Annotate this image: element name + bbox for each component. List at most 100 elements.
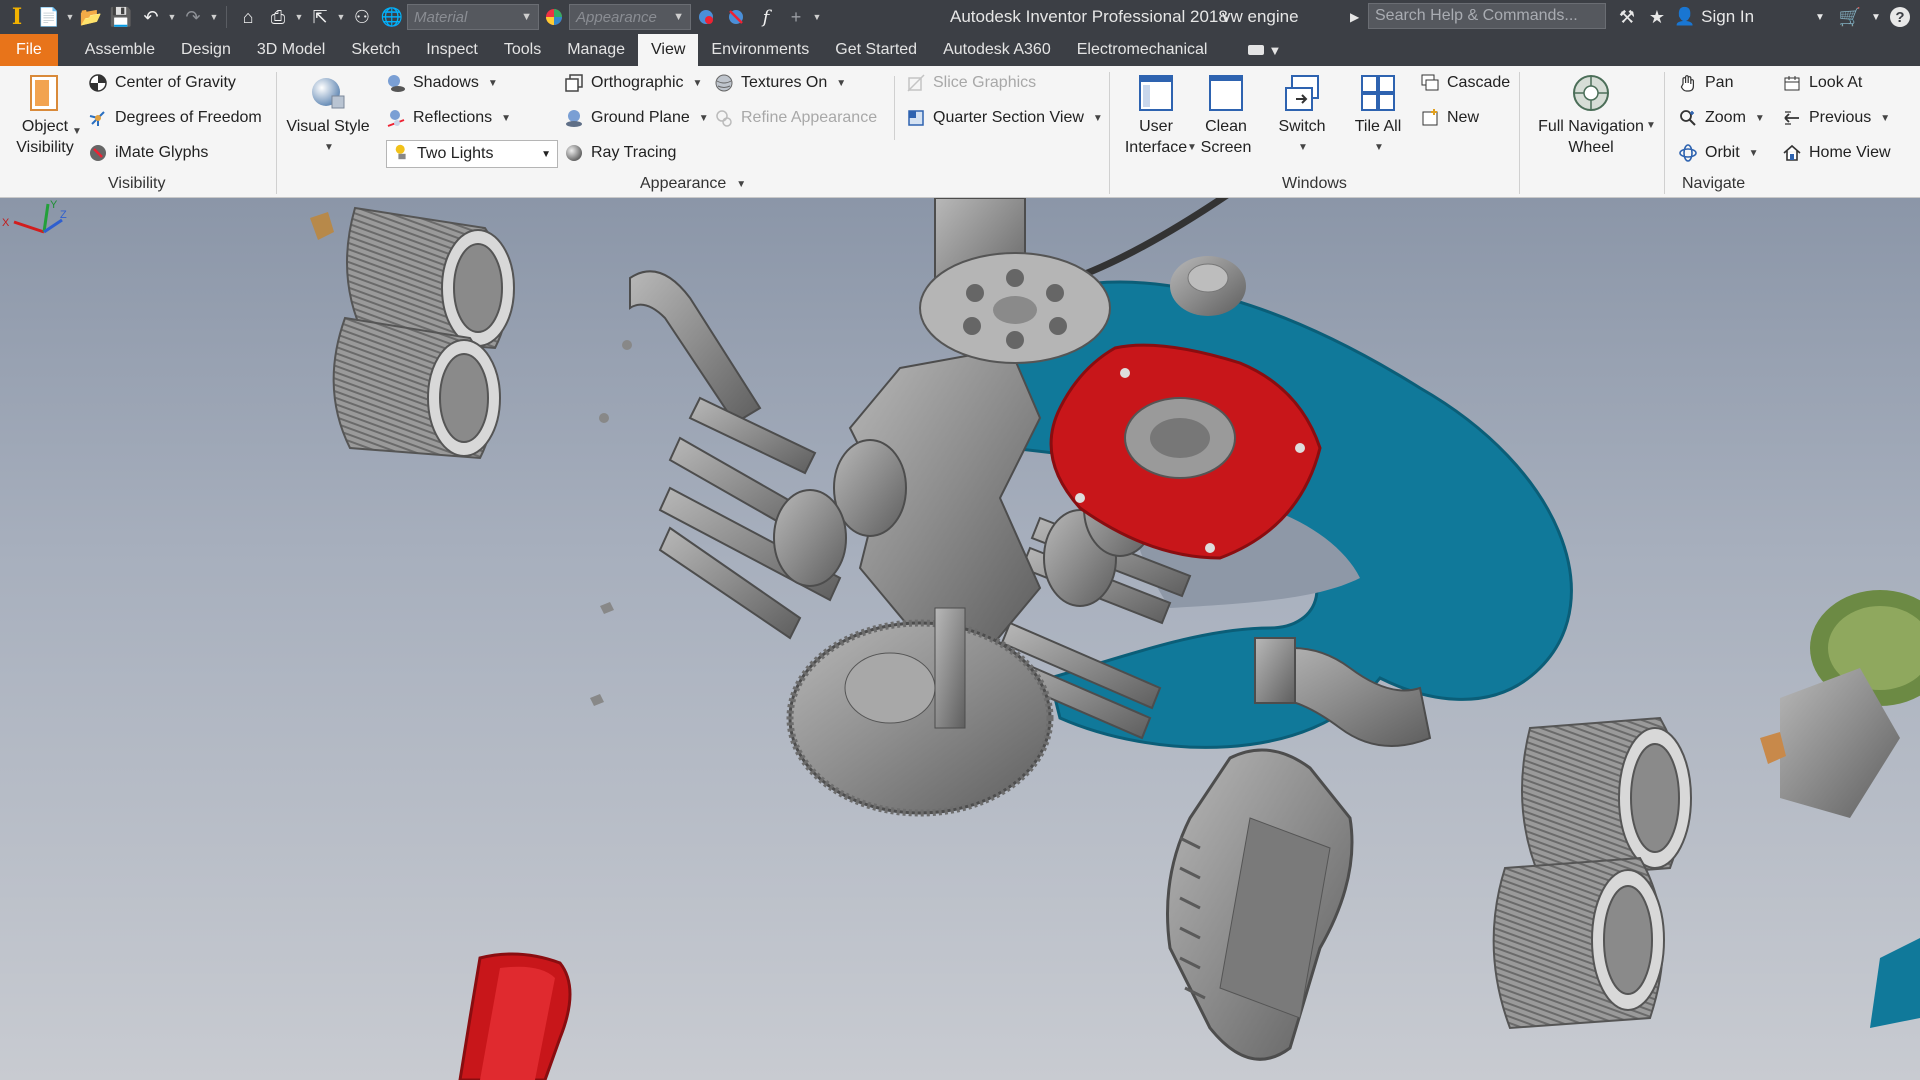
slice-graphics-button[interactable]: Slice Graphics [906, 70, 1036, 96]
zoom-button[interactable]: Zoom ▼ [1678, 105, 1765, 131]
ribbon-display-toggle[interactable]: ▼ [1248, 34, 1281, 66]
navigation-wheel-dropdown[interactable]: ▼ [1644, 112, 1658, 138]
tab-sketch[interactable]: Sketch [338, 34, 413, 66]
link-icon[interactable]: ⚇ [347, 2, 377, 32]
save-icon[interactable]: 💾 [106, 2, 136, 32]
function-icon[interactable]: f [751, 2, 781, 32]
tab-environments[interactable]: Environments [698, 34, 822, 66]
chevron-down-icon: ▼ [1748, 147, 1759, 159]
document-title: vw engine [1222, 7, 1299, 26]
textures-on-button[interactable]: Textures On ▼ [714, 70, 846, 96]
tab-get-started[interactable]: Get Started [822, 34, 930, 66]
tab-view[interactable]: View [638, 34, 699, 66]
open-folder-icon[interactable]: 📂 [76, 2, 106, 32]
orbit-button[interactable]: Orbit ▼ [1678, 140, 1759, 166]
ray-tracing-button[interactable]: Ray Tracing [564, 140, 676, 166]
sign-in-button[interactable]: 👤 Sign In [1674, 0, 1754, 34]
chevron-down-icon: ▼ [673, 11, 684, 23]
user-interface-button[interactable]: User Interface [1118, 72, 1194, 158]
refine-appearance-button[interactable]: Refine Appearance [714, 105, 877, 131]
visibility-panel-label-text: Visibility [108, 175, 166, 192]
full-navigation-wheel-button[interactable]: Full Navigation Wheel [1528, 72, 1654, 158]
tile-all-button[interactable]: Tile All ▼ [1344, 72, 1412, 158]
cart-dropdown-icon[interactable]: ▼ [1870, 0, 1882, 34]
ground-plane-button[interactable]: Ground Plane ▼ [564, 105, 709, 131]
clean-screen-label-2: Screen [1200, 139, 1252, 156]
chevron-down-icon: ▼ [1754, 112, 1765, 124]
sign-in-dropdown-icon[interactable]: ▼ [1812, 0, 1828, 34]
orthographic-button[interactable]: Orthographic ▼ [564, 70, 702, 96]
tab-electromechanical[interactable]: Electromechanical [1064, 34, 1221, 66]
home-icon[interactable]: ⌂ [233, 2, 263, 32]
undo-dropdown-icon[interactable]: ▼ [166, 2, 178, 32]
lighting-style-select[interactable]: Two Lights ▼ [386, 140, 558, 168]
tab-manage[interactable]: Manage [554, 34, 638, 66]
tile-all-icon [1361, 75, 1395, 111]
globe-icon[interactable]: 🌐 [377, 2, 407, 32]
clean-screen-button[interactable]: Clean Screen [1188, 72, 1264, 158]
quarter-section-view-button[interactable]: Quarter Section View ▼ [906, 105, 1103, 131]
chevron-down-icon: ▼ [1374, 142, 1384, 153]
undo-icon[interactable]: ↶ [136, 2, 166, 32]
clear-appearance-icon[interactable] [721, 2, 751, 32]
center-of-gravity-button[interactable]: Center of Gravity [88, 70, 236, 96]
view-triad[interactable]: X Y Z [0, 198, 70, 248]
new-window-icon [1420, 108, 1440, 128]
material-combo[interactable]: Material ▼ [407, 4, 539, 30]
appearance-placeholder: Appearance [576, 8, 657, 26]
star-icon[interactable]: ★ [1642, 0, 1672, 34]
imate-glyphs-button[interactable]: iMate Glyphs [88, 140, 208, 166]
previous-view-button[interactable]: Previous ▼ [1782, 105, 1890, 131]
tab-file[interactable]: File [0, 34, 58, 66]
color-wheel-icon[interactable] [539, 2, 569, 32]
select-filter-icon[interactable]: ⇱ [305, 2, 335, 32]
degrees-of-freedom-button[interactable]: Degrees of Freedom [88, 105, 262, 131]
tab-assemble[interactable]: Assemble [72, 34, 168, 66]
appearance-panel-label[interactable]: Appearance ▼ [640, 175, 746, 193]
object-visibility-dropdown[interactable]: ▼ [70, 118, 84, 144]
visual-style-button[interactable]: Visual Style ▼ [285, 72, 371, 158]
graphics-viewport[interactable]: X Y Z [0, 198, 1920, 1080]
plus-icon[interactable]: + [781, 2, 811, 32]
new-file-icon[interactable]: 📄 [34, 2, 64, 32]
adjust-appearance-icon[interactable] [691, 2, 721, 32]
shadows-button[interactable]: Shadows ▼ [386, 70, 498, 96]
help-icon[interactable]: ? [1884, 0, 1916, 34]
expand-arrow-icon[interactable]: ▶ [1350, 0, 1359, 34]
print-icon[interactable]: ⎙ [263, 2, 293, 32]
tab-inspect[interactable]: Inspect [413, 34, 491, 66]
tab-design[interactable]: Design [168, 34, 244, 66]
object-visibility-label-2: Visibility [16, 139, 74, 156]
redo-dropdown-icon[interactable]: ▼ [208, 2, 220, 32]
home-view-button[interactable]: Home View [1782, 140, 1891, 166]
cascade-button[interactable]: Cascade [1420, 70, 1510, 96]
select-dropdown-icon[interactable]: ▼ [335, 2, 347, 32]
user-icon: 👤 [1674, 7, 1696, 26]
look-at-label: Look At [1809, 74, 1863, 91]
appearance-panel-label-text: Appearance [640, 175, 727, 192]
appearance-combo[interactable]: Appearance ▼ [569, 4, 691, 30]
binoculars-icon[interactable]: ⚒ [1612, 0, 1642, 34]
reflections-button[interactable]: Reflections ▼ [386, 105, 511, 131]
tab-3d-model[interactable]: 3D Model [244, 34, 338, 66]
pan-button[interactable]: Pan [1678, 70, 1733, 96]
switch-button[interactable]: Switch ▼ [1268, 72, 1336, 158]
object-visibility-button[interactable]: Object Visibility [10, 72, 80, 158]
user-interface-label-2: Interface [1124, 139, 1188, 156]
zoom-icon [1678, 108, 1698, 128]
search-input[interactable]: Search Help & Commands... [1368, 3, 1606, 29]
new-dropdown-icon[interactable]: ▼ [64, 2, 76, 32]
tab-autodesk-a360[interactable]: Autodesk A360 [930, 34, 1064, 66]
new-window-button[interactable]: New [1420, 105, 1479, 131]
textures-on-label: Textures On [741, 74, 828, 91]
inventor-logo-icon[interactable]: I [0, 0, 34, 34]
full-navigation-label-2: Wheel [1568, 139, 1614, 156]
look-at-button[interactable]: Look At [1782, 70, 1862, 96]
customize-dropdown-icon[interactable]: ▼ [811, 2, 823, 32]
redo-icon[interactable]: ↷ [178, 2, 208, 32]
cart-icon[interactable]: 🛒 [1834, 0, 1866, 34]
center-of-gravity-icon [88, 73, 108, 93]
print-dropdown-icon[interactable]: ▼ [293, 2, 305, 32]
engine-model-render[interactable] [0, 198, 1920, 1080]
tab-tools[interactable]: Tools [491, 34, 554, 66]
